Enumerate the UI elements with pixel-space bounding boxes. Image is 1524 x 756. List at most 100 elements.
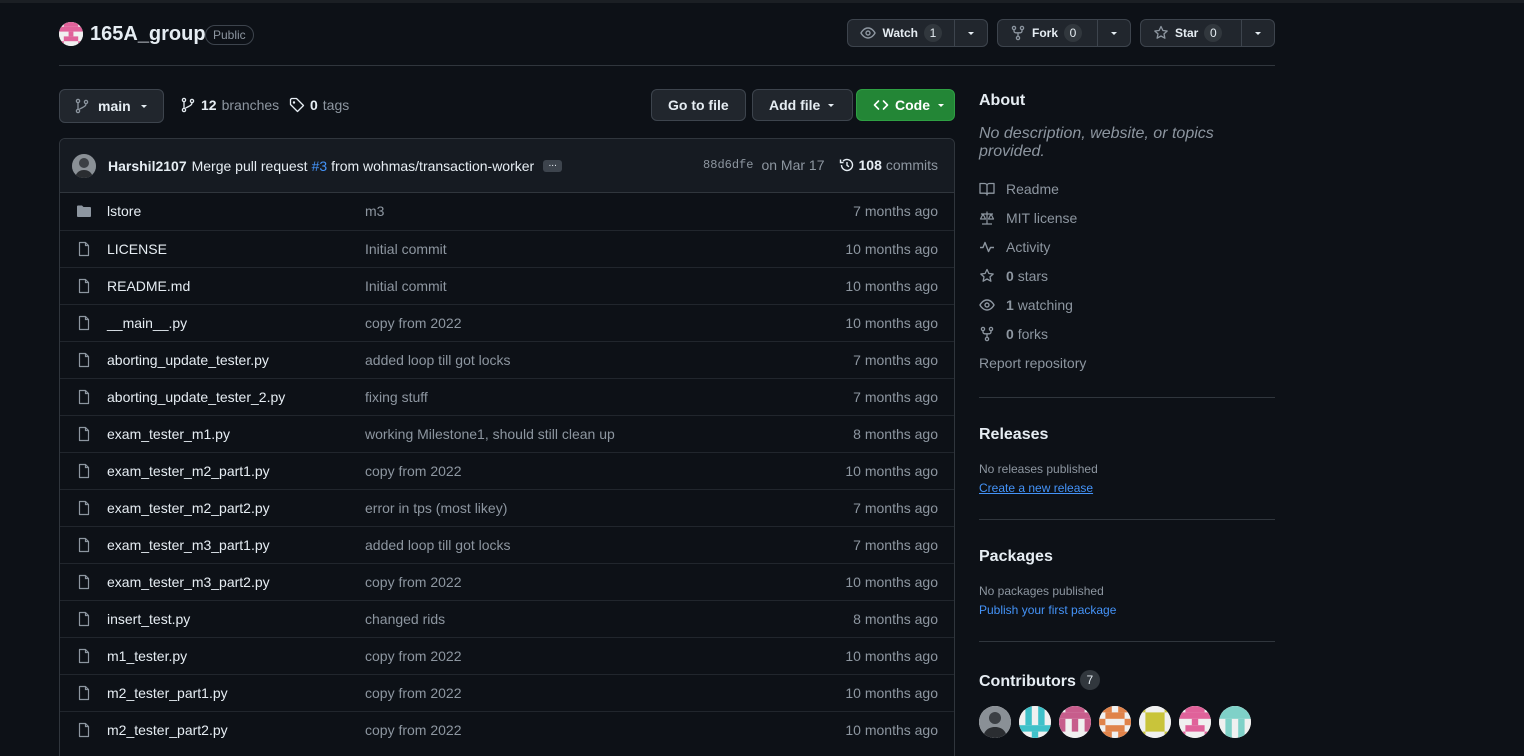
file-name-link[interactable]: exam_tester_m3_part1.py [107, 537, 270, 553]
contributor-avatar[interactable] [1139, 706, 1171, 738]
file-name-link[interactable]: aborting_update_tester_2.py [107, 389, 285, 405]
file-row[interactable]: exam_tester_m1.py working Milestone1, sho… [60, 415, 954, 452]
stars-link[interactable]: 0 stars [979, 261, 1275, 290]
file-commit-message[interactable]: copy from 2022 [365, 463, 462, 479]
file-commit-message[interactable]: m3 [365, 203, 384, 219]
file-row[interactable]: aborting_update_tester_2.py fixing stuff 7… [60, 378, 954, 415]
commit-message-end[interactable]: from wohmas/transaction-worker [331, 158, 534, 174]
watch-button[interactable]: Watch 1 [848, 20, 955, 46]
contributor-avatar[interactable] [1219, 706, 1251, 738]
contributor-avatar[interactable] [979, 706, 1011, 738]
file-name-link[interactable]: LICENSE [107, 241, 167, 257]
create-release-link[interactable]: Create a new release [979, 481, 1275, 495]
repo-name-link[interactable]: 165A_group [90, 23, 206, 46]
repo-owner-avatar[interactable] [59, 22, 83, 46]
branch-selector[interactable]: main [59, 89, 164, 123]
fork-dropdown[interactable] [1098, 20, 1130, 46]
add-file-label: Add file [769, 97, 821, 113]
file-name-link[interactable]: insert_test.py [107, 611, 190, 627]
file-toolbar: main 12 branches 0 tags Go to file Add f… [59, 89, 955, 123]
file-row[interactable]: m2_tester_part2.py copy from 2022 10 month… [60, 711, 954, 748]
contributor-avatar[interactable] [1059, 706, 1091, 738]
file-commit-message[interactable]: added loop till got locks [365, 352, 511, 368]
file-row[interactable]: exam_tester_m2_part1.py copy from 2022 10 … [60, 452, 954, 489]
commit-message-start[interactable]: Merge pull request [192, 158, 308, 174]
file-name-link[interactable]: exam_tester_m3_part2.py [107, 574, 270, 590]
file-row[interactable]: __main__.py copy from 2022 10 months ago [60, 304, 954, 341]
activity-link[interactable]: Activity [979, 232, 1275, 261]
watch-dropdown[interactable] [955, 20, 987, 46]
file-row[interactable]: exam_tester_m3_part1.py added loop till g… [60, 526, 954, 563]
file-commit-message[interactable]: changed rids [365, 611, 445, 627]
forks-link[interactable]: 0 forks [979, 319, 1275, 348]
file-row[interactable]: exam_tester_m2_part2.py error in tps (mos… [60, 489, 954, 526]
star-dropdown[interactable] [1242, 20, 1274, 46]
file-row[interactable]: LICENSE Initial commit 10 months ago [60, 230, 954, 267]
branch-icon [74, 98, 90, 114]
commit-expand-button[interactable]: ... [543, 158, 563, 172]
file-row[interactable]: insert_test.py changed rids 8 months ago [60, 600, 954, 637]
file-commit-message[interactable]: error in tps (most likey) [365, 500, 507, 516]
star-button[interactable]: Star 0 [1141, 20, 1242, 46]
commit-author[interactable]: Harshil2107 [108, 158, 187, 174]
file-commit-message[interactable]: copy from 2022 [365, 685, 462, 701]
file-row[interactable]: README.md Initial commit 10 months ago [60, 267, 954, 304]
about-heading: About [979, 92, 1026, 109]
file-name-link[interactable]: m1_tester.py [107, 648, 187, 664]
file-icon [76, 537, 92, 553]
file-row[interactable]: m2_tester_part1.py copy from 2022 10 month… [60, 674, 954, 711]
fork-button[interactable]: Fork 0 [998, 20, 1098, 46]
file-name-link[interactable]: README.md [107, 278, 190, 294]
contributors-heading[interactable]: Contributors 7 [979, 670, 1275, 691]
file-row[interactable]: aborting_update_tester.py added loop till… [60, 341, 954, 378]
section-divider [979, 519, 1275, 520]
report-repository-link[interactable]: Report repository [979, 348, 1275, 377]
watch-count: 1 [924, 24, 942, 42]
commit-author-avatar[interactable] [72, 153, 96, 178]
packages-heading[interactable]: Packages [979, 548, 1275, 566]
star-icon [979, 268, 995, 284]
file-name-link[interactable]: exam_tester_m2_part1.py [107, 463, 270, 479]
file-commit-message[interactable]: working Milestone1, should still clean u… [365, 426, 615, 442]
file-icon [76, 500, 92, 516]
file-commit-message[interactable]: Initial commit [365, 278, 447, 294]
tag-icon [289, 97, 305, 113]
file-commit-message[interactable]: copy from 2022 [365, 648, 462, 664]
branch-name: main [98, 98, 131, 114]
readme-link[interactable]: Readme [979, 174, 1275, 203]
commit-pr-link[interactable]: #3 [312, 158, 328, 174]
file-commit-age: 10 months ago [845, 315, 938, 331]
license-link[interactable]: MIT license [979, 203, 1275, 232]
contributor-avatar[interactable] [1179, 706, 1211, 738]
file-name-link[interactable]: aborting_update_tester.py [107, 352, 269, 368]
file-commit-message[interactable]: fixing stuff [365, 389, 428, 405]
branches-link[interactable]: 12 branches [180, 97, 279, 113]
file-commit-age: 10 months ago [845, 722, 938, 738]
code-button[interactable]: Code [856, 89, 955, 121]
file-row[interactable]: m1_tester.py copy from 2022 10 months ago [60, 637, 954, 674]
commits-history-link[interactable]: 108 commits [839, 157, 938, 173]
contributor-avatar[interactable] [1099, 706, 1131, 738]
go-to-file-button[interactable]: Go to file [651, 89, 746, 121]
file-name-link[interactable]: __main__.py [107, 315, 187, 331]
releases-heading[interactable]: Releases [979, 426, 1275, 444]
file-name-link[interactable]: exam_tester_m2_part2.py [107, 500, 270, 516]
add-file-button[interactable]: Add file [752, 89, 854, 121]
file-commit-message[interactable]: added loop till got locks [365, 537, 511, 553]
file-name-link[interactable]: lstore [107, 203, 141, 219]
fork-icon [979, 326, 995, 342]
file-row[interactable]: lstore m3 7 months ago [60, 193, 954, 230]
file-commit-message[interactable]: Initial commit [365, 241, 447, 257]
publish-package-link[interactable]: Publish your first package [979, 603, 1275, 617]
file-commit-message[interactable]: copy from 2022 [365, 722, 462, 738]
file-name-link[interactable]: m2_tester_part2.py [107, 722, 228, 738]
file-name-link[interactable]: m2_tester_part1.py [107, 685, 228, 701]
watching-link[interactable]: 1 watching [979, 290, 1275, 319]
file-commit-message[interactable]: copy from 2022 [365, 574, 462, 590]
contributor-avatar[interactable] [1019, 706, 1051, 738]
tags-link[interactable]: 0 tags [289, 97, 349, 113]
file-commit-message[interactable]: copy from 2022 [365, 315, 462, 331]
commit-sha[interactable]: 88d6dfe [703, 158, 753, 172]
file-row[interactable]: exam_tester_m3_part2.py copy from 2022 10 … [60, 563, 954, 600]
file-name-link[interactable]: exam_tester_m1.py [107, 426, 230, 442]
